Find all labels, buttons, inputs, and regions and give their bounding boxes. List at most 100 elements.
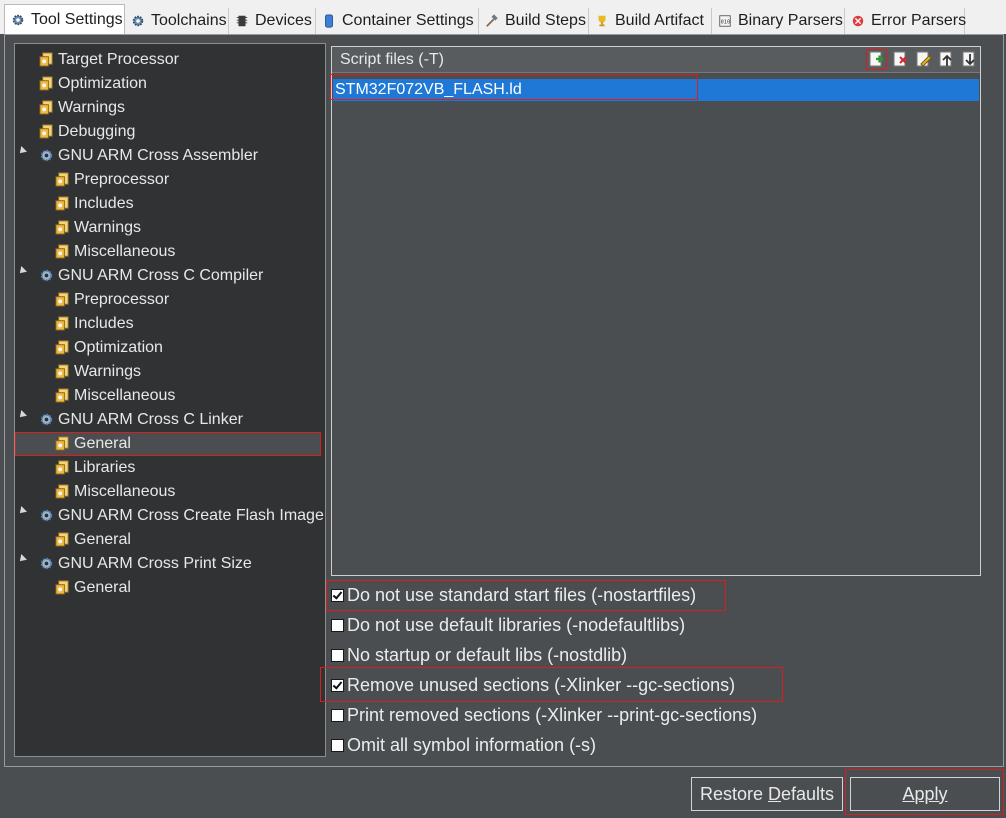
settings-page-icon (55, 340, 70, 355)
tab-label: Tool Settings (31, 11, 123, 28)
tree-item-label: GNU ARM Cross Create Flash Image (58, 507, 324, 524)
option-nostdlib[interactable]: No startup or default libs (-nostdlib) (331, 642, 627, 668)
button-text: Restore (699, 783, 768, 804)
tree-item[interactable]: Miscellaneous (15, 240, 321, 264)
error-icon (852, 15, 864, 27)
restore-defaults-button[interactable]: Restore Defaults (691, 777, 843, 811)
settings-page-icon (55, 388, 70, 403)
svg-text:010: 010 (721, 20, 730, 26)
move-down-icon[interactable] (961, 51, 978, 68)
settings-page-icon (39, 124, 54, 139)
tree-item-label: Warnings (74, 219, 141, 236)
tree-item[interactable]: GNU ARM Cross Print Size (15, 552, 321, 576)
option-strip-symbols[interactable]: Omit all symbol information (-s) (331, 732, 596, 758)
tree-item[interactable]: Miscellaneous (15, 480, 321, 504)
file-highlight-box (330, 74, 698, 100)
expand-arrow-icon[interactable] (17, 146, 27, 156)
tree-item-label: Warnings (74, 363, 141, 380)
tree-item[interactable]: Target Processor (15, 48, 321, 72)
tree-item[interactable]: Debugging (15, 120, 321, 144)
tab-label: Binary Parsers (738, 12, 843, 29)
tree-item[interactable]: Optimization (15, 72, 321, 96)
tab-devices[interactable]: Devices (229, 8, 316, 34)
settings-page-icon (55, 292, 70, 307)
tree-item-label: Miscellaneous (74, 387, 176, 404)
tree-item[interactable]: Miscellaneous (15, 384, 321, 408)
option-highlight-box (320, 667, 783, 702)
add-icon[interactable] (866, 49, 887, 70)
tree-item[interactable]: Preprocessor (15, 288, 321, 312)
tab-label: Error Parsers (871, 12, 967, 29)
tree-item-label: Optimization (74, 339, 163, 356)
option-print-gc-sections[interactable]: Print removed sections (-Xlinker --print… (331, 702, 757, 728)
option-label: Omit all symbol information (-s) (347, 734, 597, 755)
tree-item-label: General (74, 435, 131, 452)
tree-item[interactable]: GNU ARM Cross Assembler (15, 144, 321, 168)
checkbox[interactable] (331, 648, 344, 662)
settings-page-icon (55, 532, 70, 547)
gear-icon (39, 508, 54, 523)
option-label: Do not use default libraries (-nodefault… (347, 614, 686, 635)
checkbox[interactable] (331, 618, 344, 632)
settings-page-icon (55, 580, 70, 595)
expand-arrow-icon[interactable] (17, 554, 27, 564)
tree-item-label: Optimization (58, 75, 147, 92)
tree-item-label: General (74, 579, 131, 596)
apply-highlight-box (845, 769, 1004, 815)
tab-build-steps[interactable]: Build Steps (479, 8, 589, 34)
settings-tree[interactable]: Target Processor Optimization Warnings Debu… (14, 43, 326, 757)
tree-item[interactable]: Includes (15, 312, 321, 336)
tab-toolchains[interactable]: Toolchains (125, 8, 229, 34)
tab-container-settings[interactable]: Container Settings (316, 8, 479, 34)
tree-item[interactable]: GNU ARM Cross C Compiler (15, 264, 321, 288)
button-text: efaults (780, 783, 835, 804)
tree-item-label: Miscellaneous (74, 243, 176, 260)
move-up-icon[interactable] (938, 51, 955, 68)
settings-page-icon (55, 172, 70, 187)
binary-icon: 010 (719, 15, 731, 27)
script-files-header: Script files (-T) (332, 47, 980, 73)
settings-page-icon (39, 76, 54, 91)
tab-build-artifact[interactable]: Build Artifact (589, 8, 712, 34)
expand-arrow-icon[interactable] (17, 506, 27, 516)
tree-item[interactable]: Preprocessor (15, 168, 321, 192)
tree-item-label: GNU ARM Cross C Compiler (58, 267, 264, 284)
settings-page-icon (55, 220, 70, 235)
tree-item-label: Preprocessor (74, 291, 170, 308)
tree-item[interactable]: General (15, 528, 321, 552)
settings-page-icon (55, 364, 70, 379)
checkbox[interactable] (331, 738, 344, 752)
script-files-panel: Script files (-T) STM32F072VB_FLASH.ld (331, 46, 981, 576)
tree-item[interactable]: GNU ARM Cross Create Flash Image (15, 504, 324, 528)
gear-icon (12, 14, 24, 26)
expand-arrow-icon[interactable] (17, 266, 27, 276)
tree-item[interactable]: Warnings (15, 360, 321, 384)
tree-item[interactable]: Warnings (15, 96, 321, 120)
tree-item[interactable]: General (15, 576, 321, 600)
tree-item-label: Libraries (74, 459, 136, 476)
settings-page-icon (55, 460, 70, 475)
delete-icon[interactable] (892, 51, 909, 68)
expand-arrow-icon[interactable] (17, 410, 27, 420)
tab-binary-parsers[interactable]: 010 Binary Parsers (712, 8, 845, 34)
settings-page-icon (55, 484, 70, 499)
gear-icon (39, 268, 54, 283)
tree-item[interactable]: GNU ARM Cross C Linker (15, 408, 321, 432)
tab-error-parsers[interactable]: Error Parsers (845, 8, 967, 34)
option-label: Print removed sections (-Xlinker --print… (347, 704, 758, 725)
tree-item[interactable]: Includes (15, 192, 321, 216)
tree-item[interactable]: Libraries (15, 456, 321, 480)
option-nodefaultlibs[interactable]: Do not use default libraries (-nodefault… (331, 612, 685, 638)
script-files-title: Script files (-T) (340, 51, 444, 68)
tree-item[interactable]: Optimization (15, 336, 321, 360)
gear-icon (39, 556, 54, 571)
checkbox[interactable] (331, 708, 344, 722)
tree-item[interactable]: General (15, 432, 321, 456)
tree-item[interactable]: Warnings (15, 216, 321, 240)
edit-icon[interactable] (915, 51, 932, 68)
gear-icon (39, 412, 54, 427)
tab-label: Devices (255, 12, 312, 29)
option-label: No startup or default libs (-nostdlib) (347, 644, 628, 665)
tab-tool-settings[interactable]: Tool Settings (4, 4, 125, 35)
gear-icon (132, 15, 144, 27)
